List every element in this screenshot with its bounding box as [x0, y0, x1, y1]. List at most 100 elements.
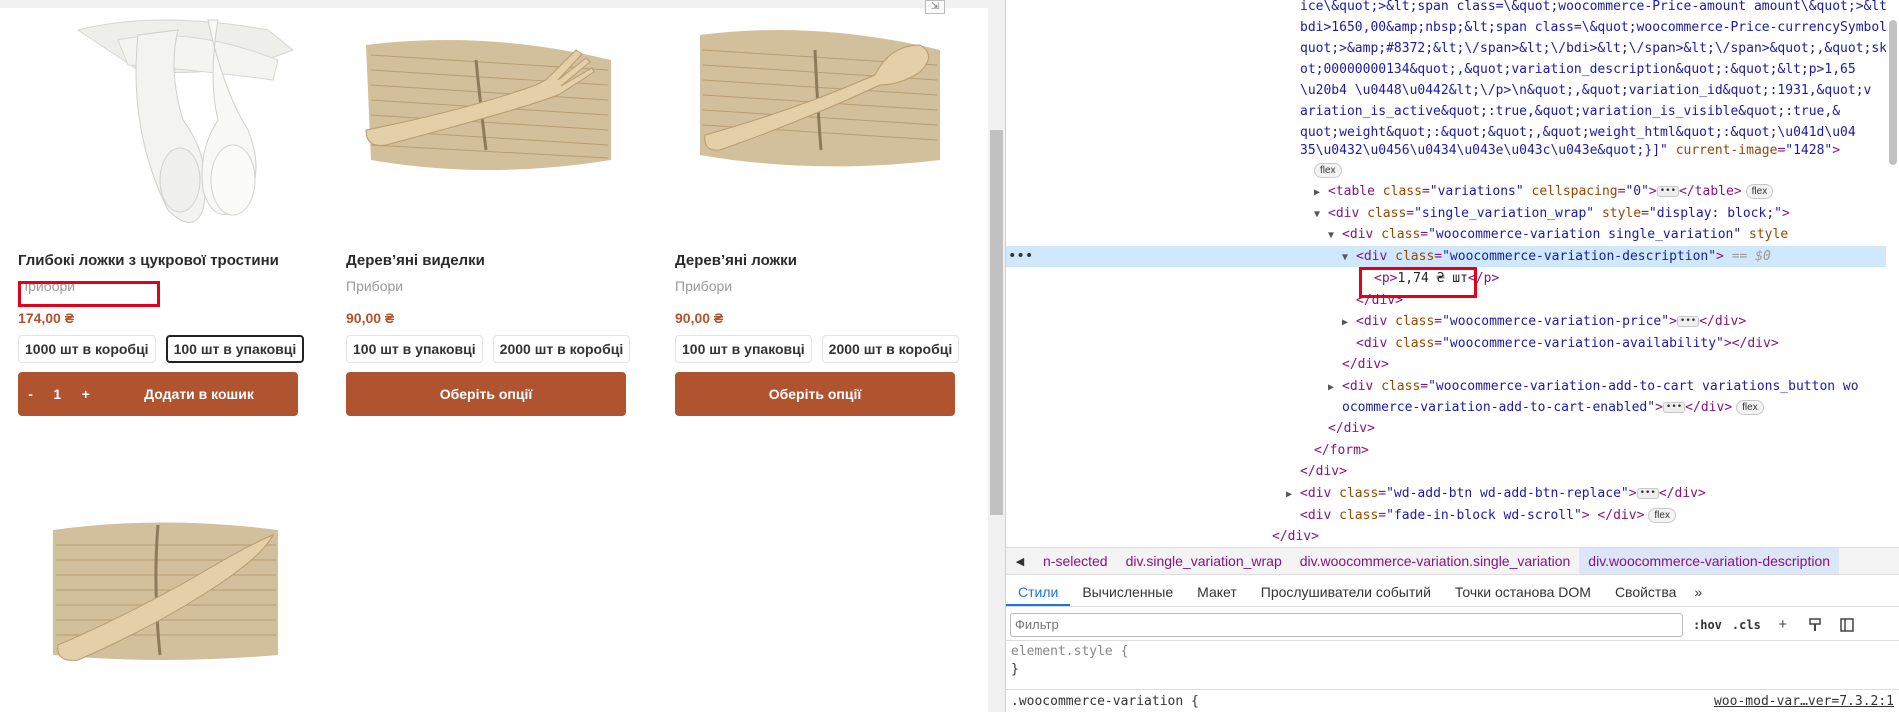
dom-node-table-variations[interactable]: ▶ <table class="variations" cellspacing="…: [1006, 181, 1886, 202]
dom-node-single-variation-wrap[interactable]: ▼ <div class="single_variation_wrap" styl…: [1006, 203, 1886, 224]
more-actions-icon[interactable]: •••: [1008, 248, 1033, 264]
expand-arrow-icon[interactable]: ▶: [1342, 312, 1356, 333]
more-tabs-icon[interactable]: »: [1688, 577, 1708, 606]
product-title[interactable]: Дерев’яні ложки: [675, 252, 797, 269]
tab-styles[interactable]: Стили: [1006, 577, 1071, 606]
styles-filter-bar: :hov .cls +: [1006, 609, 1899, 641]
expand-arrow-icon[interactable]: ▶: [1314, 182, 1328, 203]
dom-closing-tag[interactable]: </div>: [1006, 526, 1886, 543]
dom-attr-value: "1428": [1785, 143, 1833, 158]
dom-tree-scrollbar-thumb[interactable]: [1889, 20, 1897, 165]
dom-attr-text: ariation_is_active&quot;:true,&quot;vari…: [1300, 104, 1841, 119]
dom-closing-tag[interactable]: </div>: [1006, 354, 1886, 375]
variation-option-2000-box[interactable]: 2000 шт в коробці: [821, 335, 960, 363]
select-options-button[interactable]: Оберіть опції: [675, 372, 955, 416]
variation-option-2000-box[interactable]: 2000 шт в коробці: [492, 335, 631, 363]
tab-computed[interactable]: Вычисленные: [1070, 577, 1185, 606]
tab-properties[interactable]: Свойства: [1603, 577, 1688, 606]
dom-line[interactable]: ocommerce-variation-add-to-cart-enabled"…: [1006, 397, 1886, 418]
variation-option-100-pack[interactable]: 100 шт в упаковці: [675, 335, 812, 363]
dom-line[interactable]: ariation_is_active&quot;:true,&quot;vari…: [1006, 101, 1886, 122]
flex-badge[interactable]: flex: [1745, 184, 1774, 199]
styles-pane: element.style { } .woocommerce-variation…: [1006, 642, 1899, 712]
product-image-deep-spoons[interactable]: [18, 10, 298, 240]
dom-line[interactable]: \u20b4 \u0448\u0442&lt;\/p>\n&quot;,&quo…: [1006, 80, 1886, 101]
tab-dom-breakpoints[interactable]: Точки останова DOM: [1443, 577, 1603, 606]
dom-attr-text: bdi>1650,00&amp;nbsp;&lt;span class=\&qu…: [1300, 20, 1886, 35]
dom-closing-tag[interactable]: </div>: [1006, 418, 1886, 439]
product-image-wooden-forks[interactable]: [346, 10, 626, 240]
dom-attr-text: ot;00000000134&quot;,&quot;variation_des…: [1300, 62, 1856, 77]
styles-filter-input[interactable]: [1010, 612, 1683, 637]
product-category[interactable]: Прибори: [675, 278, 732, 294]
dom-closing-tag[interactable]: </form>: [1006, 440, 1886, 461]
rule-close-brace: }: [1011, 662, 1019, 677]
add-rule-icon[interactable]: +: [1773, 615, 1793, 635]
dom-line[interactable]: flex: [1006, 160, 1886, 181]
breadcrumb-item[interactable]: n-selected: [1034, 553, 1117, 569]
select-options-button[interactable]: Оберіть опції: [346, 372, 626, 416]
dom-node-fade-in-block[interactable]: <div class="fade-in-block wd-scroll"> </…: [1006, 505, 1886, 526]
dom-line[interactable]: bdi>1650,00&amp;nbsp;&lt;span class=\&qu…: [1006, 17, 1886, 38]
variation-option-100-pack[interactable]: 100 шт в упаковці: [165, 335, 305, 363]
stylesheet-source-link[interactable]: woo-mod-var…ver=7.3.2:1: [1714, 694, 1894, 709]
quantity-stepper[interactable]: - 1 +: [18, 372, 100, 416]
breadcrumb-item-active[interactable]: div.woocommerce-variation-description: [1579, 548, 1840, 574]
collapsed-content-icon[interactable]: •••: [1656, 186, 1680, 197]
page-scrollbar-thumb[interactable]: [990, 130, 1003, 515]
product-title[interactable]: Глибокі ложки з цукрової тростини: [18, 252, 279, 269]
dom-tree-scrollbar[interactable]: [1886, 0, 1899, 543]
dom-line[interactable]: ot;00000000134&quot;,&quot;variation_des…: [1006, 59, 1886, 80]
dom-closing-tag[interactable]: </div>: [1006, 461, 1886, 482]
dom-node-variation-availability[interactable]: <div class="woocommerce-variation-availa…: [1006, 333, 1886, 354]
element-style-rule[interactable]: element.style {: [1011, 642, 1128, 662]
tab-event-listeners[interactable]: Прослушиватели событий: [1249, 577, 1443, 606]
product-title[interactable]: Дерев’яні виделки: [346, 252, 485, 269]
dom-line[interactable]: 35\u0432\u0456\u0434\u043e\u043c\u043e&q…: [1006, 140, 1886, 161]
dom-line[interactable]: quot;>&amp;#8372;&lt;\/span>&lt;\/bdi>&l…: [1006, 38, 1886, 59]
css-rule-selector[interactable]: .woocommerce-variation {: [1011, 692, 1199, 712]
dom-line[interactable]: ice\&quot;>&lt;span class=\&quot;woocomm…: [1006, 0, 1886, 17]
product-image-wooden-spoons[interactable]: [675, 10, 955, 240]
dom-node-variation-price[interactable]: ▶ <div class="woocommerce-variation-price…: [1006, 311, 1886, 332]
hov-toggle-button[interactable]: :hov: [1693, 618, 1722, 632]
collapsed-content-icon[interactable]: •••: [1676, 316, 1700, 327]
variation-option-1000-box[interactable]: 1000 шт в коробці: [18, 335, 156, 363]
dom-node-wd-add-btn[interactable]: ▶ <div class="wd-add-btn wd-add-btn-repla…: [1006, 483, 1886, 504]
collapsed-content-icon[interactable]: •••: [1636, 488, 1659, 499]
selected-node-marker: == $0: [1731, 249, 1771, 264]
dom-attr-text: 35\u0432\u0456\u0434\u043e\u043c\u043e&q…: [1300, 143, 1668, 158]
cls-toggle-button[interactable]: .cls: [1732, 618, 1761, 632]
dom-attr-text: quot;>&amp;#8372;&lt;\/span>&lt;\/bdi>&l…: [1300, 41, 1886, 56]
breadcrumb-item[interactable]: div.woocommerce-variation.single_variati…: [1291, 553, 1580, 569]
dom-node-add-to-cart[interactable]: ▶ <div class="woocommerce-variation-add-t…: [1006, 376, 1886, 397]
breadcrumb: ◀ n-selected div.single_variation_wrap d…: [1006, 547, 1899, 575]
breadcrumb-item[interactable]: div.single_variation_wrap: [1117, 553, 1291, 569]
flex-badge[interactable]: flex: [1648, 508, 1676, 523]
collapse-arrow-icon[interactable]: ▼: [1342, 247, 1356, 268]
expand-arrow-icon[interactable]: ▶: [1328, 377, 1342, 398]
collapse-arrow-icon[interactable]: ▼: [1328, 225, 1342, 246]
collapsed-content-icon[interactable]: •••: [1662, 402, 1686, 413]
qty-value[interactable]: 1: [53, 386, 61, 402]
toggle-sidebar-icon[interactable]: [1837, 615, 1857, 635]
paint-brush-icon[interactable]: [1805, 615, 1825, 635]
product-image-wooden-knives[interactable]: [48, 515, 283, 665]
page-scrollbar[interactable]: [988, 0, 1005, 712]
dom-node-variation-description-selected[interactable]: ▼ <div class="woocommerce-variation-descr…: [1006, 246, 1886, 267]
variation-swatches: 1000 шт в коробці 100 шт в упаковці: [18, 335, 305, 363]
tab-layout[interactable]: Макет: [1185, 577, 1249, 606]
qty-plus-button[interactable]: +: [82, 386, 90, 402]
variation-option-100-pack[interactable]: 100 шт в упаковці: [346, 335, 483, 363]
product-price: 90,00 ₴: [675, 310, 724, 326]
chevron-left-icon[interactable]: ◀: [1006, 555, 1034, 568]
qty-minus-button[interactable]: -: [28, 386, 33, 402]
product-category[interactable]: Прибори: [346, 278, 403, 294]
flex-badge[interactable]: flex: [1736, 400, 1764, 415]
flex-badge[interactable]: flex: [1314, 163, 1342, 178]
shop-page: ⇲ Глибокі ложки з цукрової тростини Приб…: [0, 0, 988, 712]
expand-arrow-icon[interactable]: ▶: [1286, 484, 1300, 505]
dom-node-woocommerce-variation[interactable]: ▼ <div class="woocommerce-variation singl…: [1006, 224, 1886, 245]
collapse-arrow-icon[interactable]: ▼: [1314, 204, 1328, 225]
annotation-highlight-box: [18, 281, 160, 307]
